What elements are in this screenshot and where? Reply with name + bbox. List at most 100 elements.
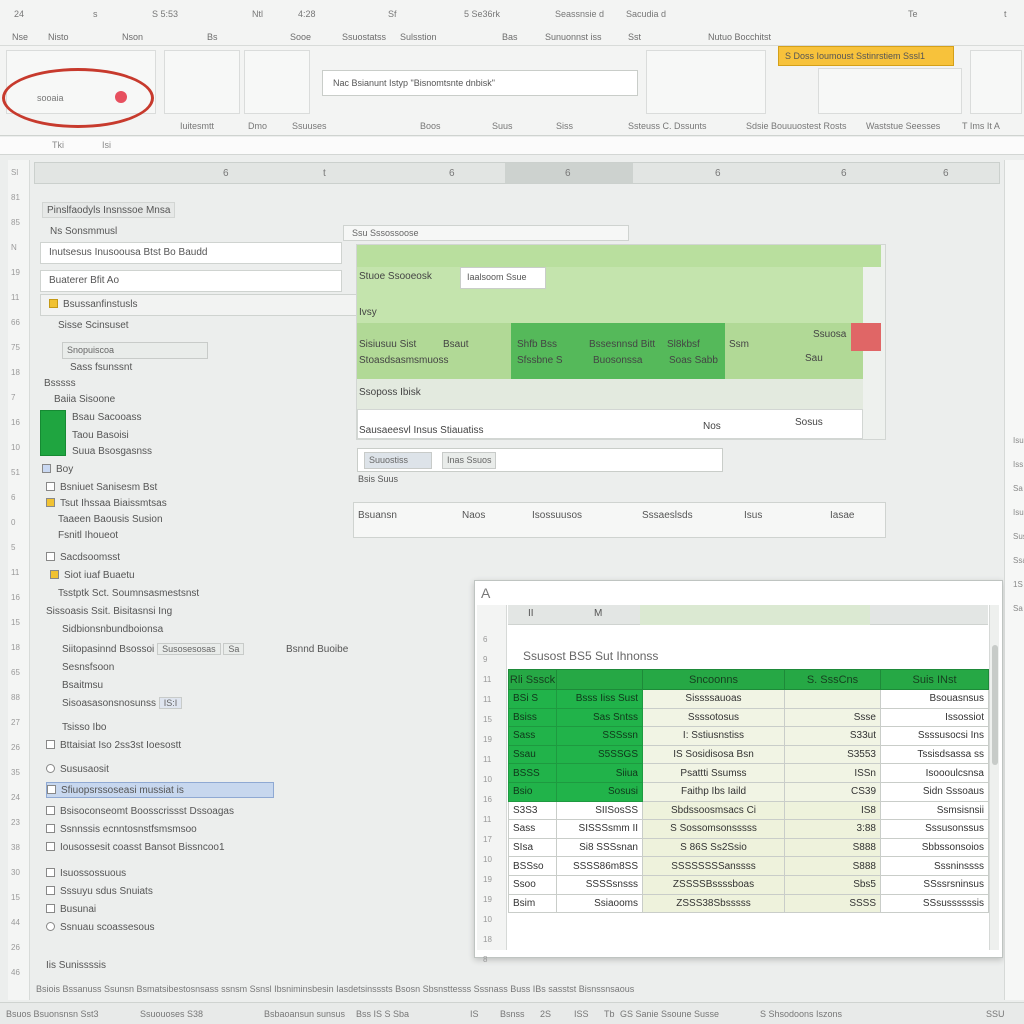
column-header-cell[interactable]: S. SssCns bbox=[784, 669, 881, 690]
row-number[interactable]: 10 bbox=[483, 775, 492, 784]
row-number[interactable]: 11 bbox=[483, 675, 491, 684]
status-item[interactable]: Bsuos Bsuonsnsn Sst3 bbox=[6, 1009, 99, 1019]
pane-item[interactable]: Ssnnssis ecnntosnstfsmsmsoo bbox=[46, 822, 197, 838]
ribbon-tab[interactable]: Nson bbox=[122, 32, 143, 42]
column-letter[interactable]: 6 bbox=[943, 168, 949, 179]
column-letter[interactable]: 6 bbox=[715, 168, 721, 179]
row-number[interactable]: 11 bbox=[11, 293, 19, 302]
checkbox[interactable] bbox=[46, 868, 55, 877]
table-cell[interactable]: SIISosSS bbox=[556, 800, 643, 821]
pane-item[interactable]: Sususaosit bbox=[46, 762, 109, 778]
row-number[interactable]: 15 bbox=[483, 715, 492, 724]
column-letter[interactable]: t bbox=[323, 168, 326, 179]
table-cell[interactable]: Ssse bbox=[784, 707, 881, 728]
qa-label[interactable]: Te bbox=[908, 9, 918, 19]
pane-item-selected[interactable]: Sfiuopsrssoseasi mussiat is bbox=[46, 782, 274, 798]
checkbox[interactable] bbox=[46, 842, 55, 851]
table-cell[interactable]: Ssssotosus bbox=[642, 707, 785, 728]
pane-item[interactable]: Sssuyu sdus Snuiats bbox=[46, 884, 153, 900]
ribbon-tab[interactable]: Nutuo Bocchitst bbox=[708, 32, 771, 42]
row-number[interactable]: 9 bbox=[483, 655, 487, 664]
checkbox[interactable] bbox=[47, 785, 56, 794]
pane-item[interactable]: Sisse Scinsuset bbox=[58, 318, 129, 334]
row-number[interactable]: 85 bbox=[11, 218, 20, 227]
table-cell[interactable]: SSSssn bbox=[556, 726, 643, 746]
ribbon-tab[interactable]: Nse bbox=[12, 32, 28, 42]
checkbox[interactable] bbox=[46, 482, 55, 491]
pane-item[interactable]: Ns Sonsmmusl bbox=[50, 224, 117, 240]
status-chip[interactable]: Suuostiss bbox=[364, 452, 432, 469]
row-number[interactable]: 10 bbox=[11, 443, 20, 452]
pane-item[interactable]: Taaeen Baousis Susion bbox=[58, 512, 163, 528]
table-cell[interactable]: Bsiss bbox=[508, 707, 557, 728]
checkbox[interactable] bbox=[49, 299, 58, 308]
row-number[interactable]: 18 bbox=[11, 643, 20, 652]
pane-item[interactable]: Ssnuau scoassesous bbox=[46, 920, 155, 936]
table-cell[interactable]: Sssusonssus bbox=[880, 819, 989, 839]
table-cell[interactable]: BSi S bbox=[508, 689, 557, 709]
qa-label[interactable]: Sacudia d bbox=[626, 9, 666, 19]
pane-item[interactable]: Busunai bbox=[46, 902, 96, 918]
status-item[interactable]: S Shsodoons Iszons bbox=[760, 1009, 842, 1019]
status-item[interactable]: Tb bbox=[604, 1009, 615, 1019]
column-letter[interactable]: 6 bbox=[449, 168, 455, 179]
row-number[interactable]: 10 bbox=[483, 915, 492, 924]
row-number[interactable]: 30 bbox=[11, 868, 20, 877]
column-header-cell[interactable]: Suis INst bbox=[880, 669, 989, 690]
panel-cell[interactable]: Shfb Bss bbox=[517, 339, 557, 350]
pane-field[interactable]: Inutsesus Inusoousa Btst Bo Baudd bbox=[40, 242, 342, 264]
status-item[interactable]: Ssuouoses S38 bbox=[140, 1009, 203, 1019]
column-letter[interactable]: 6 bbox=[565, 168, 571, 179]
table-cell[interactable]: S3S3 bbox=[508, 800, 557, 821]
row-number[interactable]: 6 bbox=[483, 635, 487, 644]
row-number[interactable]: 19 bbox=[483, 875, 492, 884]
pane-item[interactable]: Siitopasinnd Bsossoi Susosesosas Sa bbox=[62, 642, 245, 658]
table-cell[interactable]: Ssssusocsi Ins bbox=[880, 726, 989, 746]
table-cell[interactable]: Bsss Iiss Sust bbox=[556, 689, 643, 709]
table-row[interactable]: Bsim Ssiaooms ZSSS38Sbsssss SSSS SSsussssssi… bbox=[508, 893, 989, 914]
pane-item[interactable]: Bsaitmsu bbox=[62, 678, 103, 694]
table-cell[interactable]: Isoooulcsnsa bbox=[880, 763, 989, 783]
pane-item[interactable]: Tsstptk Sct. Soumnsasmestsnst bbox=[58, 586, 199, 602]
strip-label[interactable]: Isus bbox=[744, 510, 762, 521]
pane-item[interactable]: Taou Basoisi bbox=[72, 428, 129, 444]
table-cell[interactable]: SSSSsnsss bbox=[556, 874, 643, 895]
formula-bar[interactable]: Tki Isi bbox=[0, 137, 1024, 155]
sheet-tabs[interactable]: Bsiois Bssanuss Ssunsn Bsmatsibestosnsas… bbox=[36, 984, 634, 994]
panel-cell[interactable]: Nos bbox=[703, 421, 721, 432]
pane-item[interactable]: Sidbionsnbundboionsa bbox=[62, 622, 163, 638]
table-row[interactable]: BSi S Bsss Iiss Sust Sissssauoas Bsouasnsus bbox=[508, 689, 989, 709]
row-number[interactable]: 15 bbox=[11, 893, 20, 902]
row-number[interactable]: 6 bbox=[11, 493, 15, 502]
pane-item[interactable]: Tsut Ihssaa Biaissmtsas bbox=[46, 496, 167, 512]
row-number[interactable]: 11 bbox=[11, 568, 19, 577]
table-cell[interactable]: Faithp Ibs Iaild bbox=[642, 781, 785, 802]
table-cell[interactable]: SSSS bbox=[784, 893, 881, 914]
pane-item[interactable]: Baiia Sisoone bbox=[54, 392, 115, 408]
panel-cell[interactable]: Sosus bbox=[795, 417, 823, 428]
column-header-cell[interactable]: Sncoonns bbox=[642, 669, 785, 690]
pane-item[interactable]: Sissoasis Ssit. Bisitasnsi Ing bbox=[46, 604, 172, 620]
table-cell[interactable]: I: Sstiusnstiss bbox=[642, 726, 785, 746]
row-number[interactable]: 23 bbox=[11, 818, 20, 827]
table-cell[interactable]: S33ut bbox=[784, 726, 881, 746]
table-cell[interactable]: CS39 bbox=[784, 781, 881, 802]
panel-cell[interactable]: Soas Sabb bbox=[669, 355, 718, 366]
pane-item[interactable]: Bsau Sacooass bbox=[72, 410, 142, 426]
table-cell[interactable]: Si8 SSSsnan bbox=[556, 837, 643, 858]
table-cell[interactable]: Ssau bbox=[508, 744, 557, 765]
strip-label[interactable]: Naos bbox=[462, 510, 485, 521]
row-number[interactable]: 24 bbox=[11, 793, 20, 802]
table-cell[interactable]: Psattti Ssumss bbox=[642, 763, 785, 783]
table-cell[interactable]: Issossiot bbox=[880, 707, 989, 728]
pane-item[interactable]: Boy bbox=[42, 462, 73, 478]
panel-cell[interactable]: Buosonssa bbox=[593, 355, 642, 366]
panel-input[interactable]: Iaalsoom Ssue bbox=[460, 267, 546, 289]
row-number[interactable]: 15 bbox=[11, 618, 20, 627]
checkbox[interactable] bbox=[46, 552, 55, 561]
row-number[interactable]: 16 bbox=[483, 795, 492, 804]
table-cell[interactable]: SIsa bbox=[508, 837, 557, 858]
table-cell[interactable]: S Sossomsonsssss bbox=[642, 819, 785, 839]
formula-field[interactable]: Nac Bsianunt Istyp "Bisnomtsnte dnbisk" bbox=[322, 70, 638, 96]
table-row[interactable]: Ssau S5SSGS IS Sosidisosa Bsn S3553 Tssisdsa… bbox=[508, 744, 989, 765]
